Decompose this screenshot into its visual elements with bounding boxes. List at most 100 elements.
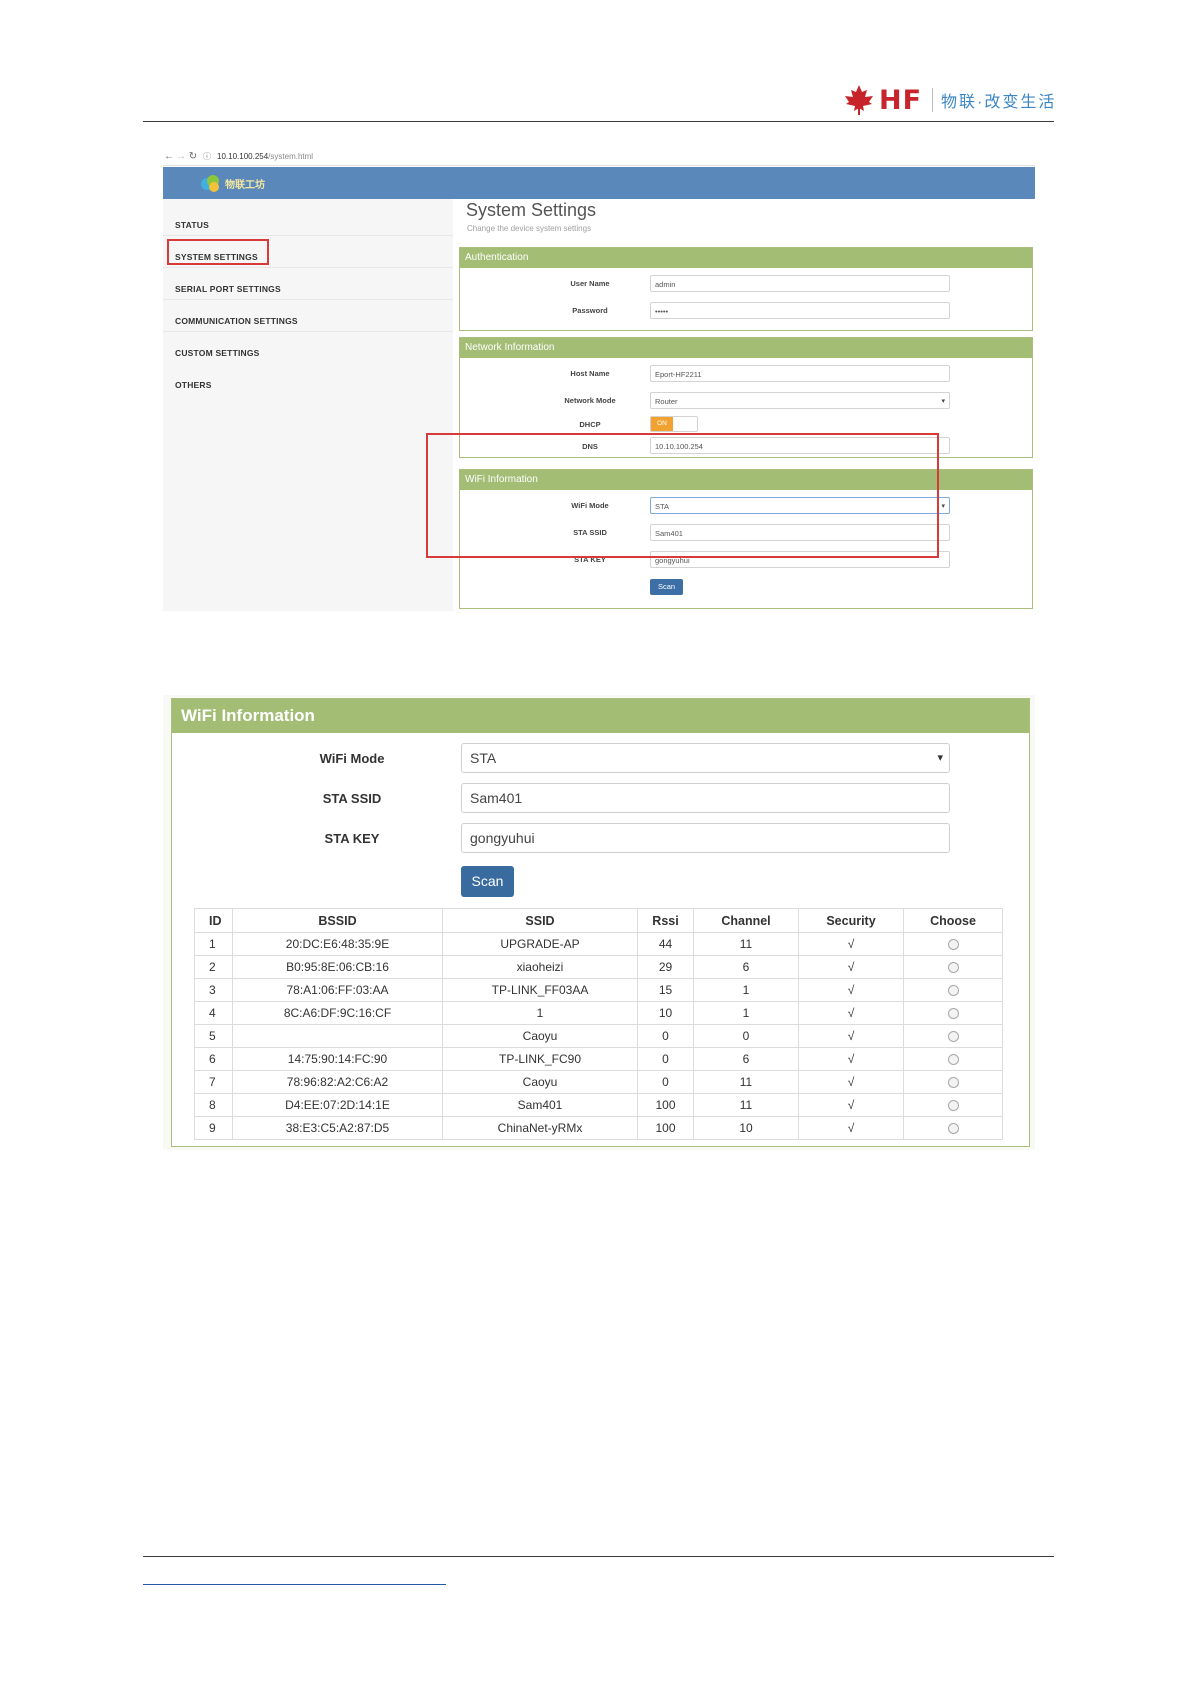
cell-choose <box>903 1116 1003 1140</box>
cell-id: 8 <box>194 1093 233 1117</box>
cell-ssid: UPGRADE-AP <box>442 932 638 956</box>
cell-choose <box>903 1001 1003 1025</box>
sidebar-highlight-box <box>167 239 269 265</box>
wifi-information-panel-large: WiFi Information WiFi Mode STA STA SSID … <box>171 698 1030 1147</box>
choose-radio[interactable] <box>947 1123 959 1135</box>
choose-radio[interactable] <box>947 962 959 974</box>
cell-rssi: 0 <box>637 1070 694 1094</box>
cell-channel: 1 <box>693 978 799 1002</box>
dhcp-row: DHCP ON <box>460 415 1032 435</box>
cell-security: √ <box>798 1001 904 1025</box>
table-row: 2 B0:95:8E:06:CB:16 xiaoheizi 29 6 √ <box>194 955 1003 979</box>
password-label: Password <box>572 306 608 315</box>
cell-rssi: 0 <box>637 1047 694 1071</box>
cell-ssid: TP-LINK_FF03AA <box>442 978 638 1002</box>
table-row: 4 8C:A6:DF:9C:16:CF 1 10 1 √ <box>194 1001 1003 1025</box>
cell-channel: 1 <box>693 1001 799 1025</box>
reload-icon[interactable]: ↻ <box>187 151 199 162</box>
cell-ssid: 1 <box>442 1001 638 1025</box>
cell-security: √ <box>798 1116 904 1140</box>
wifi-scan-screenshot: WiFi Information WiFi Mode STA STA SSID … <box>163 695 1035 1150</box>
cell-id: 3 <box>194 978 233 1002</box>
cell-id: 2 <box>194 955 233 979</box>
choose-radio[interactable] <box>947 985 959 997</box>
address-url[interactable]: 10.10.100.254/system.html <box>217 152 313 161</box>
sidebar-item-custom-settings[interactable]: CUSTOM SETTINGS <box>175 348 260 358</box>
cell-ssid: ChinaNet-yRMx <box>442 1116 638 1140</box>
sta-ssid-input[interactable]: Sam401 <box>461 783 950 813</box>
sidebar-divider <box>163 267 453 268</box>
choose-radio[interactable] <box>947 1077 959 1089</box>
user-name-input[interactable]: admin <box>650 275 950 292</box>
cell-id: 9 <box>194 1116 233 1140</box>
brand-logo[interactable]: 物联工坊 <box>199 172 265 194</box>
cell-bssid: B0:95:8E:06:CB:16 <box>232 955 443 979</box>
cell-id: 1 <box>194 932 233 956</box>
cell-security: √ <box>798 955 904 979</box>
dhcp-toggle[interactable]: ON <box>650 416 698 432</box>
table-row: 6 14:75:90:14:FC:90 TP-LINK_FC90 0 6 √ <box>194 1047 1003 1071</box>
host-name-label: Host Name <box>570 369 610 378</box>
cell-security: √ <box>798 1047 904 1071</box>
choose-radio[interactable] <box>947 939 959 951</box>
logo-separator <box>932 88 934 112</box>
sidebar-item-status[interactable]: STATUS <box>175 220 209 230</box>
sidebar-item-serial-port-settings[interactable]: SERIAL PORT SETTINGS <box>175 284 281 294</box>
back-arrow-icon[interactable]: ← <box>163 151 175 162</box>
cell-rssi: 100 <box>637 1116 694 1140</box>
cell-bssid: 8C:A6:DF:9C:16:CF <box>232 1001 443 1025</box>
wifi-highlight-box <box>426 433 939 558</box>
cell-security: √ <box>798 978 904 1002</box>
column-header-security: Security <box>798 908 904 933</box>
table-row: 8 D4:EE:07:2D:14:1E Sam401 100 11 √ <box>194 1093 1003 1117</box>
cell-choose <box>903 1047 1003 1071</box>
sidebar-item-others[interactable]: OTHERS <box>175 380 212 390</box>
cell-ssid: xiaoheizi <box>442 955 638 979</box>
sidebar-divider <box>163 299 453 300</box>
scan-button[interactable]: Scan <box>650 579 683 595</box>
panel-heading: WiFi Information <box>172 699 1029 733</box>
scan-results-table: ID BSSID SSID Rssi Channel Security Choo… <box>194 908 1003 1140</box>
host-name-row: Host Name Eport-HF2211 <box>460 364 1032 384</box>
footer-link-underline[interactable] <box>143 1584 446 1585</box>
network-mode-select[interactable]: Router <box>650 392 950 410</box>
choose-radio[interactable] <box>947 1054 959 1066</box>
column-header-id: ID <box>194 908 233 933</box>
scan-button[interactable]: Scan <box>461 866 514 897</box>
company-logo: HF 物联·改变生活 <box>843 82 1163 118</box>
cell-bssid: 78:A1:06:FF:03:AA <box>232 978 443 1002</box>
sta-key-input[interactable]: gongyuhui <box>461 823 950 853</box>
choose-radio[interactable] <box>947 1031 959 1043</box>
cell-choose <box>903 1024 1003 1048</box>
wifi-mode-label: WiFi Mode <box>319 751 385 766</box>
table-header-row: ID BSSID SSID Rssi Channel Security Choo… <box>194 908 1003 933</box>
host-name-input[interactable]: Eport-HF2211 <box>650 365 950 382</box>
choose-radio[interactable] <box>947 1008 959 1020</box>
info-icon[interactable]: ⓘ <box>203 151 211 162</box>
cell-bssid: 20:DC:E6:48:35:9E <box>232 932 443 956</box>
wifi-mode-select[interactable]: STA <box>461 743 950 773</box>
cell-id: 4 <box>194 1001 233 1025</box>
cell-choose <box>903 1093 1003 1117</box>
cell-choose <box>903 1070 1003 1094</box>
browser-address-bar: ← → ↻ ⓘ 10.10.100.254/system.html <box>163 147 1035 166</box>
authentication-panel: Authentication User Name admin Password … <box>459 247 1033 331</box>
cell-bssid: D4:EE:07:2D:14:1E <box>232 1093 443 1117</box>
cell-ssid: Caoyu <box>442 1070 638 1094</box>
password-input[interactable]: ••••• <box>650 302 950 319</box>
cell-id: 6 <box>194 1047 233 1071</box>
choose-radio[interactable] <box>947 1100 959 1112</box>
cell-channel: 10 <box>693 1116 799 1140</box>
column-header-channel: Channel <box>693 908 799 933</box>
cell-channel: 6 <box>693 1047 799 1071</box>
sidebar-item-communication-settings[interactable]: COMMUNICATION SETTINGS <box>175 316 298 326</box>
maple-leaf-icon <box>845 85 873 115</box>
sidebar-divider <box>163 331 453 332</box>
cell-rssi: 44 <box>637 932 694 956</box>
column-header-rssi: Rssi <box>637 908 694 933</box>
forward-arrow-icon[interactable]: → <box>175 151 187 162</box>
cell-channel: 6 <box>693 955 799 979</box>
cell-channel: 0 <box>693 1024 799 1048</box>
cell-rssi: 15 <box>637 978 694 1002</box>
table-row: 5 Caoyu 0 0 √ <box>194 1024 1003 1048</box>
